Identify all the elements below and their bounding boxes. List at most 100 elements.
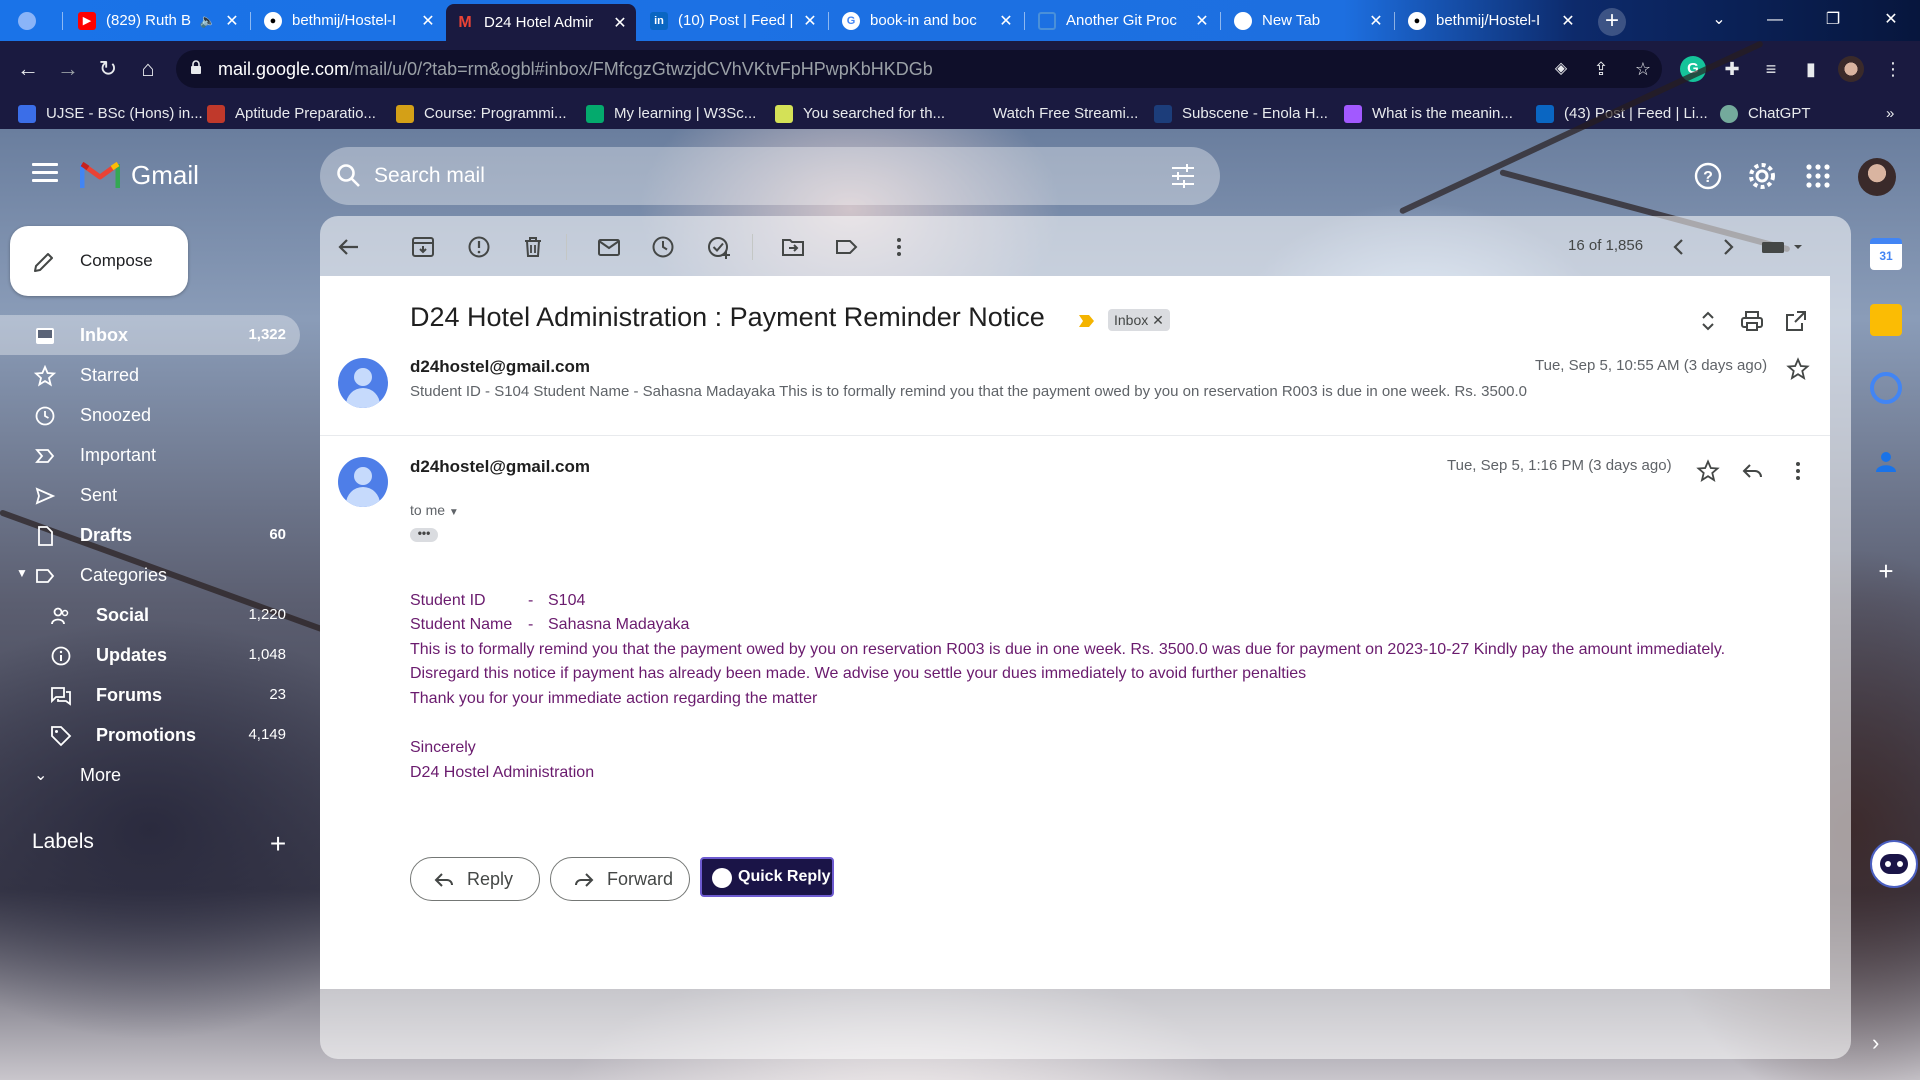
expand-arrow-icon[interactable]: ▼ — [16, 566, 28, 580]
bookmark-item[interactable]: Watch Free Streami... — [965, 101, 1138, 127]
tab-git-project[interactable]: Another Git Proc ✕ — [1028, 6, 1218, 35]
account-avatar[interactable] — [1858, 158, 1896, 196]
speaker-icon[interactable]: 🔈 — [200, 13, 216, 29]
close-icon[interactable]: ✕ — [222, 11, 242, 31]
tab-gmail[interactable]: M D24 Hotel Admir ✕ — [446, 4, 636, 41]
reload-icon[interactable]: ↻ — [92, 53, 124, 85]
bookmark-item[interactable]: Aptitude Preparatio... — [207, 101, 376, 127]
remove-label-icon[interactable]: ✕ — [1152, 312, 1164, 328]
sidebar-item-forums[interactable]: Forums 23 — [0, 675, 300, 715]
sidebar-item-inbox[interactable]: Inbox 1,322 — [0, 315, 300, 355]
sidebar-item-promotions[interactable]: Promotions 4,149 — [0, 715, 300, 755]
open-in-new-window-icon[interactable] — [1784, 309, 1808, 333]
close-icon[interactable]: ✕ — [1366, 11, 1386, 31]
tab-google-search[interactable]: G book-in and boc ✕ — [832, 6, 1022, 35]
restore-button[interactable]: ❐ — [1810, 0, 1856, 40]
tab-linkedin[interactable]: in (10) Post | Feed | ✕ — [640, 6, 826, 35]
star-icon[interactable] — [1696, 459, 1720, 483]
search-icon[interactable] — [336, 163, 362, 189]
get-addons-icon[interactable]: + — [1870, 555, 1902, 587]
bookmark-item[interactable]: What is the meanin... — [1344, 101, 1513, 127]
bookmark-item[interactable]: My learning | W3Sc... — [586, 101, 756, 127]
close-icon[interactable]: ✕ — [1192, 11, 1212, 31]
bookmark-star-icon[interactable]: ☆ — [1630, 56, 1656, 82]
sidebar-item-social[interactable]: Social 1,220 — [0, 595, 300, 635]
main-menu-icon[interactable] — [32, 163, 58, 183]
contacts-icon[interactable] — [1870, 446, 1902, 478]
address-bar[interactable]: mail.google.com/mail/u/0/?tab=rm&ogbl#in… — [176, 50, 1662, 88]
reply-icon[interactable] — [1740, 459, 1764, 483]
recipient-details-toggle[interactable]: to me ▼ — [410, 502, 459, 518]
bookmark-item[interactable]: Course: Programmi... — [396, 101, 567, 127]
help-icon[interactable]: ? — [1692, 160, 1724, 192]
install-app-icon[interactable]: ◈ — [1548, 56, 1574, 82]
close-icon[interactable]: ✕ — [418, 11, 438, 31]
print-icon[interactable] — [1740, 309, 1764, 333]
inbox-label-chip[interactable]: Inbox ✕ — [1108, 309, 1170, 331]
bookmark-item[interactable]: You searched for th... — [775, 101, 945, 127]
forward-button[interactable]: Forward — [550, 857, 690, 901]
close-icon[interactable]: ✕ — [996, 11, 1016, 31]
sidebar-item-drafts[interactable]: Drafts 60 — [0, 515, 300, 555]
search-input[interactable]: Search mail — [320, 147, 1220, 205]
apps-grid-icon[interactable] — [1802, 160, 1834, 192]
report-spam-icon[interactable] — [466, 234, 492, 260]
snooze-icon[interactable] — [650, 234, 676, 260]
back-icon[interactable]: ← — [12, 53, 44, 85]
chevron-right-icon[interactable]: › — [1872, 1030, 1879, 1056]
close-icon[interactable]: ✕ — [800, 11, 820, 31]
close-icon[interactable]: ✕ — [1558, 11, 1578, 31]
assistant-extension-icon[interactable] — [1870, 840, 1918, 888]
sidebar-item-sent[interactable]: Sent — [0, 475, 300, 515]
lock-icon[interactable] — [190, 59, 202, 75]
labels-icon[interactable] — [834, 234, 860, 260]
tab-new-tab[interactable]: New Tab ✕ — [1224, 6, 1392, 35]
older-icon[interactable] — [1715, 234, 1741, 260]
archive-icon[interactable] — [410, 234, 436, 260]
side-panel-icon[interactable]: ▮ — [1798, 56, 1824, 82]
mark-unread-icon[interactable] — [596, 234, 622, 260]
tab-search-icon[interactable]: ⌄ — [1696, 0, 1742, 40]
bookmark-item[interactable]: Subscene - Enola H... — [1154, 101, 1328, 127]
window-close-button[interactable]: ✕ — [1868, 0, 1914, 40]
bookmark-item[interactable]: ChatGPT — [1720, 101, 1811, 127]
settings-gear-icon[interactable] — [1746, 160, 1778, 192]
sidebar-item-starred[interactable]: Starred — [0, 355, 300, 395]
tab-github-2[interactable]: ● bethmij/Hostel-I ✕ — [1398, 6, 1584, 35]
add-label-icon[interactable]: + — [266, 828, 290, 860]
sidebar-item-important[interactable]: Important — [0, 435, 300, 475]
bookmarks-overflow-button[interactable]: » — [1886, 101, 1894, 127]
share-icon[interactable]: ⇪ — [1588, 56, 1614, 82]
move-to-icon[interactable] — [780, 234, 806, 260]
reading-list-icon[interactable]: ≡ — [1758, 56, 1784, 82]
more-vert-icon[interactable] — [1786, 459, 1810, 483]
chrome-menu-icon[interactable]: ⋮ — [1880, 56, 1906, 82]
input-tools-button[interactable] — [1760, 238, 1810, 256]
tab-github-1[interactable]: ● bethmij/Hostel-I ✕ — [254, 6, 444, 35]
quick-reply-button[interactable]: Quick Reply — [700, 857, 834, 897]
minimize-button[interactable]: — — [1752, 0, 1798, 40]
gmail-logo-icon[interactable] — [80, 158, 120, 190]
bookmark-item[interactable]: UJSE - BSc (Hons) in... — [18, 101, 203, 127]
delete-icon[interactable] — [520, 234, 546, 260]
tasks-icon[interactable] — [1870, 372, 1902, 404]
close-icon[interactable]: ✕ — [610, 13, 630, 33]
sidebar-item-updates[interactable]: Updates 1,048 — [0, 635, 300, 675]
sidebar-item-categories[interactable]: ▼ Categories — [0, 555, 300, 595]
home-icon[interactable]: ⌂ — [132, 53, 164, 85]
add-to-tasks-icon[interactable] — [706, 234, 732, 260]
show-trimmed-content-button[interactable]: ••• — [410, 527, 438, 542]
expand-all-icon[interactable] — [1696, 309, 1720, 333]
tab-0[interactable] — [8, 6, 68, 35]
back-to-inbox-icon[interactable] — [336, 234, 362, 260]
star-icon[interactable] — [1786, 357, 1810, 381]
newer-icon[interactable] — [1666, 234, 1692, 260]
tab-youtube[interactable]: ▶ (829) Ruth B 🔈 ✕ — [68, 6, 248, 35]
forward-icon[interactable]: → — [52, 53, 84, 85]
search-options-icon[interactable] — [1170, 163, 1196, 189]
sidebar-item-more[interactable]: ⌄ More — [0, 755, 300, 795]
keep-icon[interactable] — [1870, 304, 1902, 336]
reply-button[interactable]: Reply — [410, 857, 540, 901]
more-options-icon[interactable] — [886, 234, 912, 260]
calendar-icon[interactable]: 31 — [1870, 238, 1902, 270]
